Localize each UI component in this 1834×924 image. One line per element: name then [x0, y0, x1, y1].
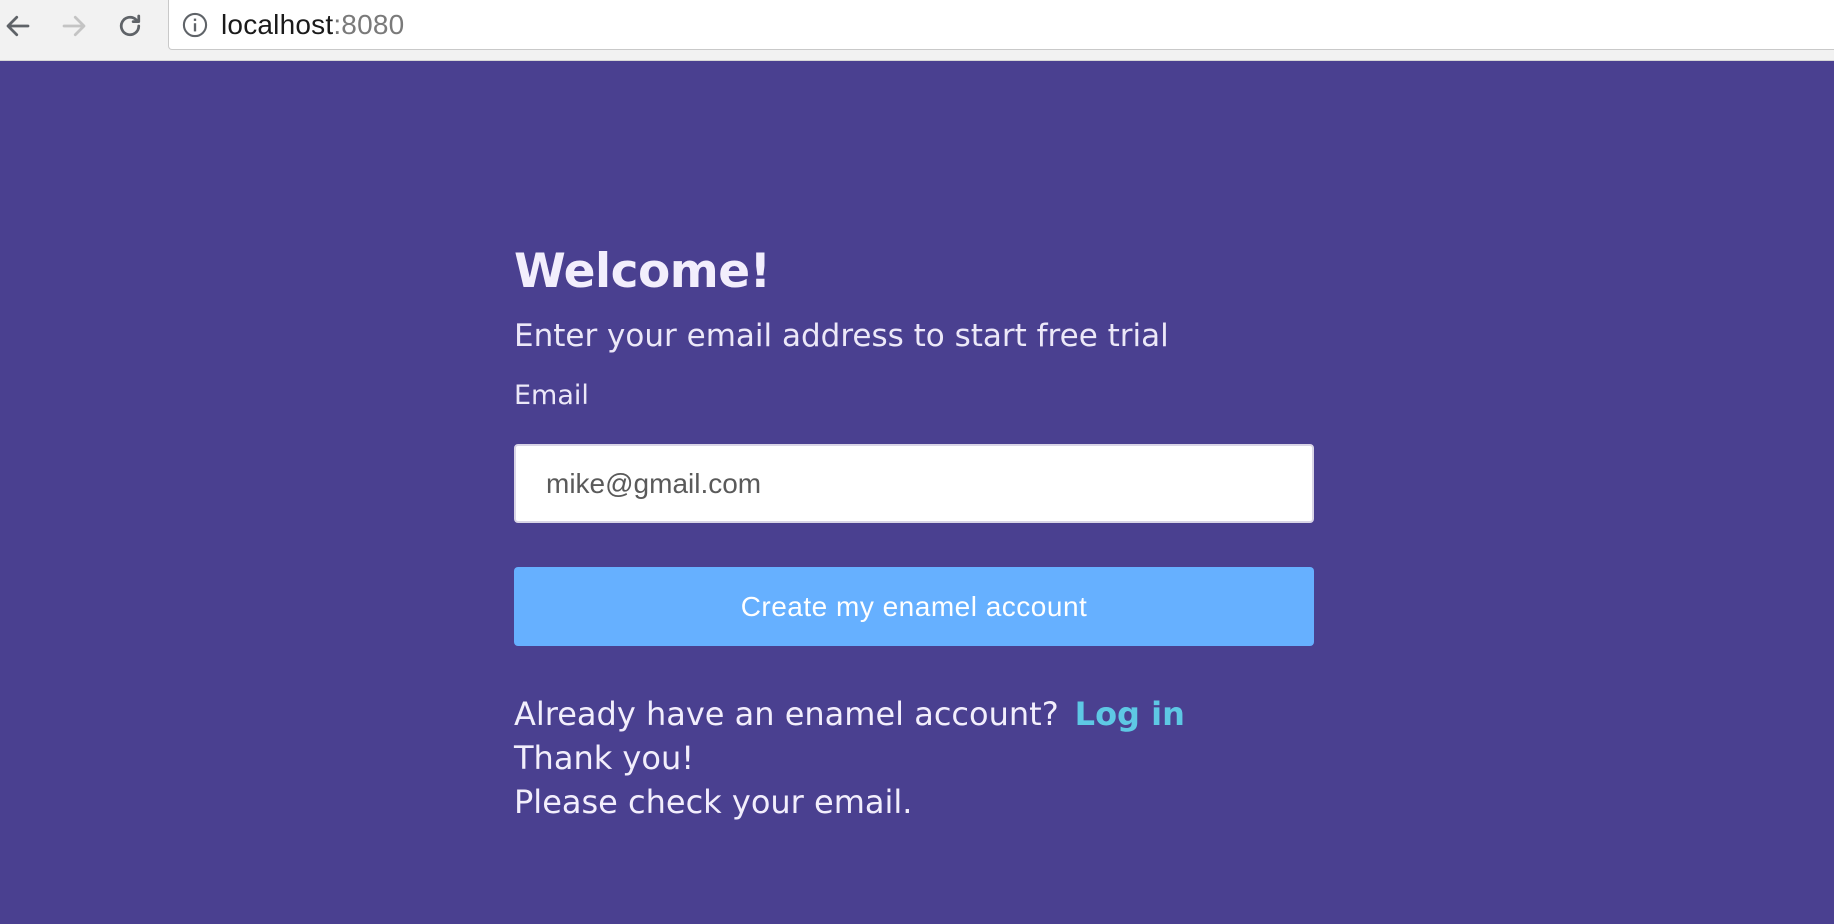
forward-button[interactable] — [56, 8, 92, 44]
login-link[interactable]: Log in — [1075, 695, 1185, 733]
arrow-left-icon — [6, 15, 30, 37]
url-host: localhost — [221, 8, 334, 40]
reload-button[interactable] — [112, 8, 148, 44]
page-subtitle: Enter your email address to start free t… — [514, 318, 1169, 354]
url-port: :8080 — [333, 8, 405, 40]
login-prompt: Already have an enamel account? — [514, 695, 1059, 733]
reload-icon — [119, 14, 141, 37]
info-icon[interactable] — [181, 11, 209, 39]
email-field[interactable] — [514, 444, 1314, 523]
login-prompt-row: Already have an enamel account? Log in — [514, 692, 1314, 736]
check-email-message: Please check your email. — [514, 783, 913, 821]
url-text: localhost:8080 — [221, 9, 404, 41]
thank-you-message: Thank you! — [514, 739, 695, 777]
create-account-button[interactable]: Create my enamel account — [514, 567, 1314, 646]
signup-form: Welcome! Enter your email address to sta… — [514, 240, 1314, 824]
browser-toolbar: localhost:8080 — [0, 0, 1834, 61]
arrow-right-icon — [62, 15, 86, 37]
back-button[interactable] — [0, 8, 36, 44]
email-label: Email — [514, 380, 589, 411]
page-title: Welcome! — [514, 244, 771, 299]
address-bar[interactable]: localhost:8080 — [168, 0, 1834, 50]
